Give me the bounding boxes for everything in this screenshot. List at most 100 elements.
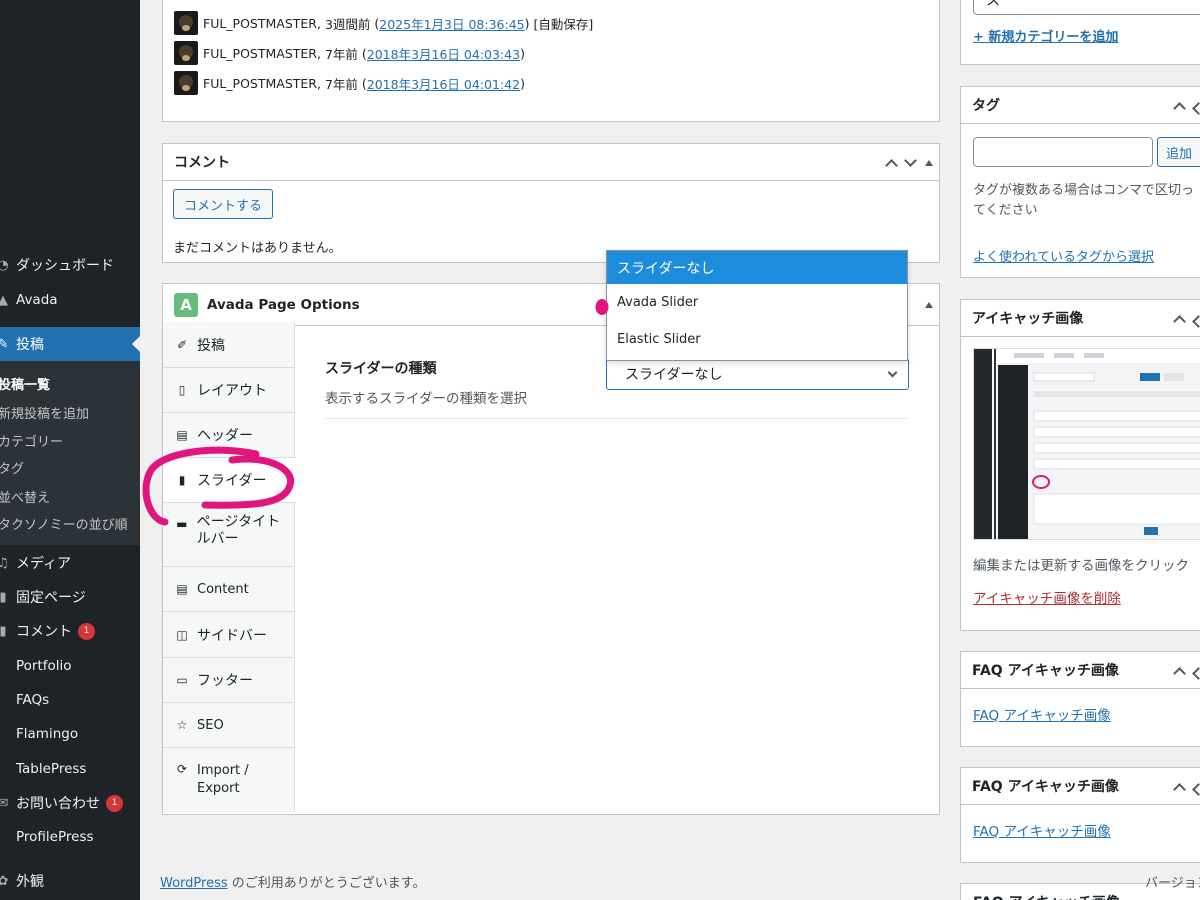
revision-row: FUL_POSTMASTER, 7年前 (2018年3月16日 04:01:42…: [174, 71, 525, 95]
set-faq-image-link[interactable]: FAQ アイキャッチ画像: [973, 704, 1111, 724]
categories-box: ス + 新規カテゴリーを追加: [960, 0, 1200, 65]
set-faq-image-link[interactable]: FAQ アイキャッチ画像: [973, 820, 1111, 840]
header-icon: ▤: [176, 428, 188, 442]
faq-featured-image-box: FAQ アイキャッチ画像 FAQ アイキャッチ画像: [960, 651, 1200, 747]
revision-link[interactable]: 2018年3月16日 04:03:43: [367, 44, 520, 63]
menu-flamingo[interactable]: Flamingo: [0, 724, 140, 744]
slider-type-description: 表示するスライダーの種類を選択: [325, 391, 527, 407]
content-icon: ▤: [176, 582, 188, 596]
submenu-taxonomy-order[interactable]: タクソノミーの並び順: [0, 514, 128, 533]
menu-profilepress[interactable]: ProfilePress: [0, 827, 140, 847]
appearance-icon: ✿: [0, 873, 9, 889]
category-search-field[interactable]: ス: [973, 0, 1200, 15]
popular-tags-link[interactable]: よく使われているタグから選択: [973, 246, 1154, 265]
dropdown-option[interactable]: Elastic Slider: [607, 321, 907, 358]
comments-header: コメント: [163, 144, 939, 181]
document-icon: ▯: [178, 383, 186, 397]
move-down-icon[interactable]: [904, 153, 917, 167]
flamingo-icon: [0, 727, 10, 741]
media-icon: ♫: [0, 555, 9, 571]
tab-sidebar[interactable]: ◫ サイドバー: [163, 612, 294, 658]
tags-help-text: タグが複数ある場合はコンマで区切ってください: [973, 183, 1195, 218]
move-up-icon[interactable]: [1173, 782, 1186, 796]
dropdown-option[interactable]: スライダーなし: [607, 251, 907, 284]
tab-import-export[interactable]: ⟳ Import / Export: [163, 748, 294, 812]
title-bar-icon: ▬: [176, 517, 188, 531]
footer-icon: ▭: [176, 673, 188, 687]
revision-link[interactable]: 2018年3月16日 04:01:42: [367, 74, 520, 93]
menu-tablepress[interactable]: TablePress: [0, 759, 140, 779]
comments-title: コメント: [174, 155, 230, 171]
avatar: [174, 41, 198, 65]
submenu-categories[interactable]: カテゴリー: [0, 431, 63, 450]
remove-featured-image-link[interactable]: アイキャッチ画像を削除: [973, 587, 1121, 607]
toggle-panel-icon[interactable]: [925, 302, 933, 308]
tab-slider[interactable]: ▮ スライダー: [163, 458, 295, 503]
faq-featured-image-title: FAQ アイキャッチ画像: [973, 892, 1120, 900]
table-icon: [0, 762, 10, 776]
submenu-all-posts[interactable]: 投稿一覧: [0, 374, 50, 393]
submenu-tags[interactable]: タグ: [0, 458, 24, 477]
featured-image-title: アイキャッチ画像: [972, 311, 1084, 327]
menu-pages[interactable]: ▮ 固定ページ: [0, 587, 140, 607]
menu-avada[interactable]: ▲ Avada: [0, 290, 140, 310]
tab-footer[interactable]: ▭ フッター: [163, 658, 294, 703]
menu-posts[interactable]: ✎ 投稿: [0, 327, 140, 361]
faq-featured-image-header: FAQ アイキャッチ画像: [961, 652, 1200, 689]
move-up-icon[interactable]: [1173, 314, 1186, 328]
posts-submenu: 投稿一覧 新規投稿を追加 カテゴリー タグ 並べ替え タクソノミーの並び順: [0, 361, 140, 545]
comment-count-badge: 1: [78, 622, 95, 640]
version-text: バージョン: [1145, 876, 1200, 891]
revision-row: FUL_POSTMASTER, 7年前 (2018年3月16日 04:03:43…: [174, 41, 525, 65]
close-icon[interactable]: [1192, 101, 1200, 115]
tags-title: タグ: [972, 98, 1000, 114]
faq-icon: [0, 693, 10, 707]
avada-logo-icon: A: [174, 292, 198, 317]
mail-icon: ✉: [0, 795, 9, 811]
menu-appearance[interactable]: ✿ 外観: [0, 871, 140, 891]
tab-seo[interactable]: ☆ SEO: [163, 703, 294, 748]
menu-portfolio[interactable]: Portfolio: [0, 656, 140, 676]
revision-row: FUL_POSTMASTER, 3週間前 (2025年1月3日 08:36:45…: [174, 11, 593, 35]
tag-input[interactable]: [973, 137, 1153, 167]
wordpress-link[interactable]: WordPress: [160, 876, 228, 891]
tab-post[interactable]: ✐ 投稿: [163, 322, 294, 368]
move-up-icon[interactable]: [1173, 101, 1186, 115]
submenu-reorder[interactable]: 並べ替え: [0, 487, 50, 506]
tags-box: タグ 追加 タグが複数ある場合はコンマで区切ってください よく使われているタグか…: [960, 86, 1200, 278]
menu-comments[interactable]: ▮ コメント 1: [0, 621, 140, 641]
profile-icon: [0, 830, 10, 844]
tab-page-title-bar[interactable]: ▬ ページタイトルバー: [163, 503, 294, 567]
contact-count-badge: 1: [106, 794, 123, 812]
add-comment-button[interactable]: コメントする: [173, 189, 273, 219]
menu-media[interactable]: ♫ メディア: [0, 553, 140, 573]
close-icon[interactable]: [1192, 782, 1200, 796]
add-category-link[interactable]: + 新規カテゴリーを追加: [973, 26, 1118, 45]
featured-image-thumbnail[interactable]: [973, 348, 1200, 540]
menu-contact[interactable]: ✉ お問い合わせ 1: [0, 793, 140, 813]
pin-icon: ✎: [0, 336, 9, 352]
chevron-down-icon: [887, 367, 898, 378]
close-icon[interactable]: [1192, 666, 1200, 680]
tags-header: タグ: [961, 87, 1200, 124]
toggle-panel-icon[interactable]: [925, 159, 933, 166]
move-up-icon[interactable]: [885, 158, 898, 172]
admin-footer-text: WordPress のご利用ありがとうございます。: [160, 876, 426, 891]
menu-faqs[interactable]: FAQs: [0, 690, 140, 710]
move-up-icon[interactable]: [1173, 666, 1186, 680]
faq-featured-image-header: FAQ アイキャッチ画像: [961, 768, 1200, 805]
dropdown-option[interactable]: Avada Slider: [607, 284, 907, 321]
submenu-add-new[interactable]: 新規投稿を追加: [0, 403, 89, 422]
tab-content[interactable]: ▤ Content: [163, 567, 294, 612]
close-icon[interactable]: [1192, 314, 1200, 328]
comment-icon: ▮: [0, 623, 7, 639]
star-icon: ☆: [176, 718, 188, 732]
add-tag-button[interactable]: 追加: [1157, 137, 1200, 167]
tab-layout[interactable]: ▯ レイアウト: [163, 368, 294, 413]
revision-link[interactable]: 2025年1月3日 08:36:45: [379, 14, 524, 33]
tab-header[interactable]: ▤ ヘッダー: [163, 413, 294, 458]
menu-dashboard[interactable]: ◔ ダッシュボード: [0, 254, 140, 276]
slider-type-select[interactable]: スライダーなし: [606, 358, 909, 390]
slider-icon: ▮: [178, 473, 186, 487]
avada-options-title: Avada Page Options: [207, 296, 360, 313]
